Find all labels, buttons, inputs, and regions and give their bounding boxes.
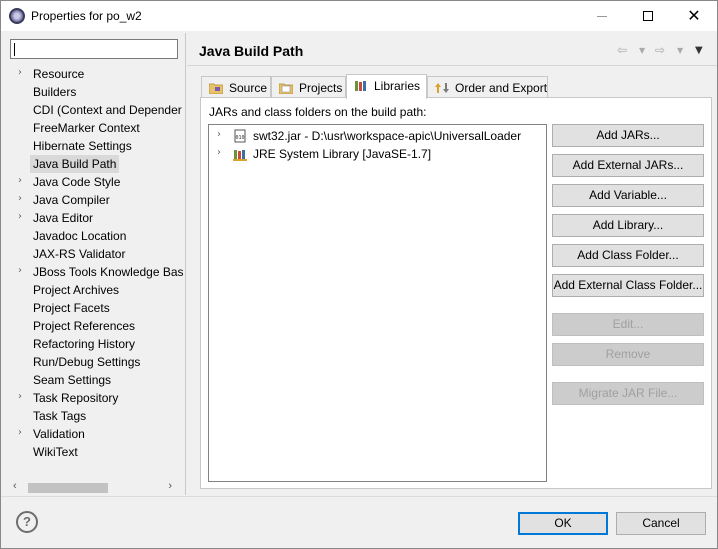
sidebar-item-freemarker-context[interactable]: FreeMarker Context [5, 119, 183, 137]
add-library-button[interactable]: Add Library... [552, 214, 704, 237]
add-external-jars-button[interactable]: Add External JARs... [552, 154, 704, 177]
jar-file-icon: 010 [234, 129, 246, 143]
sidebar-item-java-editor[interactable]: › Java Editor [5, 209, 183, 227]
sidebar-item-cdi[interactable]: CDI (Context and Depender [5, 101, 183, 119]
svg-text:010: 010 [235, 135, 244, 141]
add-external-class-folder-button[interactable]: Add External Class Folder... [552, 274, 704, 297]
sidebar-item-resource[interactable]: › Resource [5, 65, 183, 83]
library-icon [233, 150, 247, 161]
view-menu-icon[interactable]: ▼ [695, 45, 703, 56]
page-title: Java Build Path [199, 43, 304, 59]
scroll-left-icon[interactable]: ‹ [13, 480, 17, 492]
maximize-button[interactable] [625, 1, 671, 31]
edit-button[interactable]: Edit... [552, 313, 704, 336]
sidebar-item-java-build-path[interactable]: Java Build Path [5, 155, 183, 173]
expand-arrow-icon[interactable]: › [18, 211, 22, 222]
panel-divider[interactable] [185, 33, 186, 495]
sidebar-item-refactoring-history[interactable]: Refactoring History [5, 335, 183, 353]
build-path-entries-list[interactable]: › 010 swt32.jar - D:\usr\workspace-apic\… [208, 124, 547, 482]
list-item[interactable]: › JRE System Library [JavaSE-1.7] [209, 145, 546, 163]
expand-arrow-icon[interactable]: › [18, 193, 22, 204]
add-jars-button[interactable]: Add JARs... [552, 124, 704, 147]
sidebar-item-jax-rs-validator[interactable]: JAX-RS Validator [5, 245, 183, 263]
forward-dropdown-icon[interactable]: ▼ [677, 46, 683, 55]
projects-icon [279, 83, 293, 94]
expand-arrow-icon[interactable]: › [18, 391, 22, 402]
build-path-label: JARs and class folders on the build path… [209, 105, 427, 119]
libraries-tab-panel: JARs and class folders on the build path… [200, 97, 712, 489]
build-path-tabs: Source Projects Libraries Order and Expo… [201, 74, 701, 99]
expand-arrow-icon[interactable]: › [18, 427, 22, 438]
filter-input[interactable] [10, 39, 178, 59]
sidebar-item-task-repository[interactable]: › Task Repository [5, 389, 183, 407]
libraries-icon [355, 81, 366, 91]
cancel-button[interactable]: Cancel [616, 512, 706, 535]
sidebar-item-run-debug-settings[interactable]: Run/Debug Settings [5, 353, 183, 371]
back-dropdown-icon[interactable]: ▼ [639, 46, 645, 55]
sidebar-item-wikitext[interactable]: WikiText [5, 443, 183, 461]
close-icon: ✕ [687, 6, 701, 25]
close-button[interactable]: ✕ [671, 1, 717, 31]
minimize-button[interactable] [579, 1, 625, 31]
sidebar-item-javadoc-location[interactable]: Javadoc Location [5, 227, 183, 245]
eclipse-app-icon [9, 8, 25, 24]
tab-libraries[interactable]: Libraries [346, 74, 427, 99]
page-navigation: ⇦ ▼ ⇨ ▼ ▼ [617, 43, 711, 59]
sidebar-item-task-tags[interactable]: Task Tags [5, 407, 183, 425]
expand-arrow-icon[interactable]: › [18, 67, 22, 78]
expand-arrow-icon[interactable]: › [217, 129, 221, 140]
source-folder-icon [209, 83, 223, 94]
maximize-icon [643, 11, 653, 21]
scrollbar-thumb[interactable] [28, 483, 108, 493]
order-export-icon [435, 83, 449, 93]
text-caret [14, 43, 15, 56]
scroll-right-icon[interactable]: › [168, 480, 172, 492]
list-item[interactable]: › 010 swt32.jar - D:\usr\workspace-apic\… [209, 127, 546, 145]
sidebar-item-hibernate-settings[interactable]: Hibernate Settings [5, 137, 183, 155]
forward-arrow-icon[interactable]: ⇨ [655, 43, 665, 57]
remove-button[interactable]: Remove [552, 343, 704, 366]
sidebar-item-project-archives[interactable]: Project Archives [5, 281, 183, 299]
tab-projects[interactable]: Projects [271, 76, 346, 98]
properties-dialog: Properties for po_w2 ✕ › Resource Builder… [0, 0, 718, 549]
sidebar-item-project-facets[interactable]: Project Facets [5, 299, 183, 317]
sidebar-item-builders[interactable]: Builders [5, 83, 183, 101]
add-class-folder-button[interactable]: Add Class Folder... [552, 244, 704, 267]
ok-button[interactable]: OK [518, 512, 608, 535]
title-bar: Properties for po_w2 ✕ [1, 1, 717, 31]
back-arrow-icon[interactable]: ⇦ [617, 43, 627, 57]
minimize-icon [597, 15, 607, 17]
footer-separator [1, 496, 717, 497]
help-icon[interactable]: ? [16, 511, 38, 533]
sidebar-item-seam-settings[interactable]: Seam Settings [5, 371, 183, 389]
window-title: Properties for po_w2 [31, 9, 142, 23]
sidebar-item-validation[interactable]: › Validation [5, 425, 183, 443]
property-page-tree[interactable]: › Resource Builders CDI (Context and Depe… [5, 65, 183, 483]
sidebar-item-project-references[interactable]: Project References [5, 317, 183, 335]
sidebar-item-jboss-tools-knowledge-base[interactable]: › JBoss Tools Knowledge Bas [5, 263, 183, 281]
tab-order-and-export[interactable]: Order and Export [427, 76, 548, 98]
sidebar: › Resource Builders CDI (Context and Depe… [5, 35, 183, 496]
header-separator [187, 65, 717, 66]
horizontal-scrollbar[interactable]: ‹ › [10, 479, 178, 496]
sidebar-item-java-compiler[interactable]: › Java Compiler [5, 191, 183, 209]
migrate-jar-file-button[interactable]: Migrate JAR File... [552, 382, 704, 405]
sidebar-item-java-code-style[interactable]: › Java Code Style [5, 173, 183, 191]
expand-arrow-icon[interactable]: › [217, 147, 221, 158]
expand-arrow-icon[interactable]: › [18, 265, 22, 276]
expand-arrow-icon[interactable]: › [18, 175, 22, 186]
add-variable-button[interactable]: Add Variable... [552, 184, 704, 207]
tab-source[interactable]: Source [201, 76, 271, 98]
